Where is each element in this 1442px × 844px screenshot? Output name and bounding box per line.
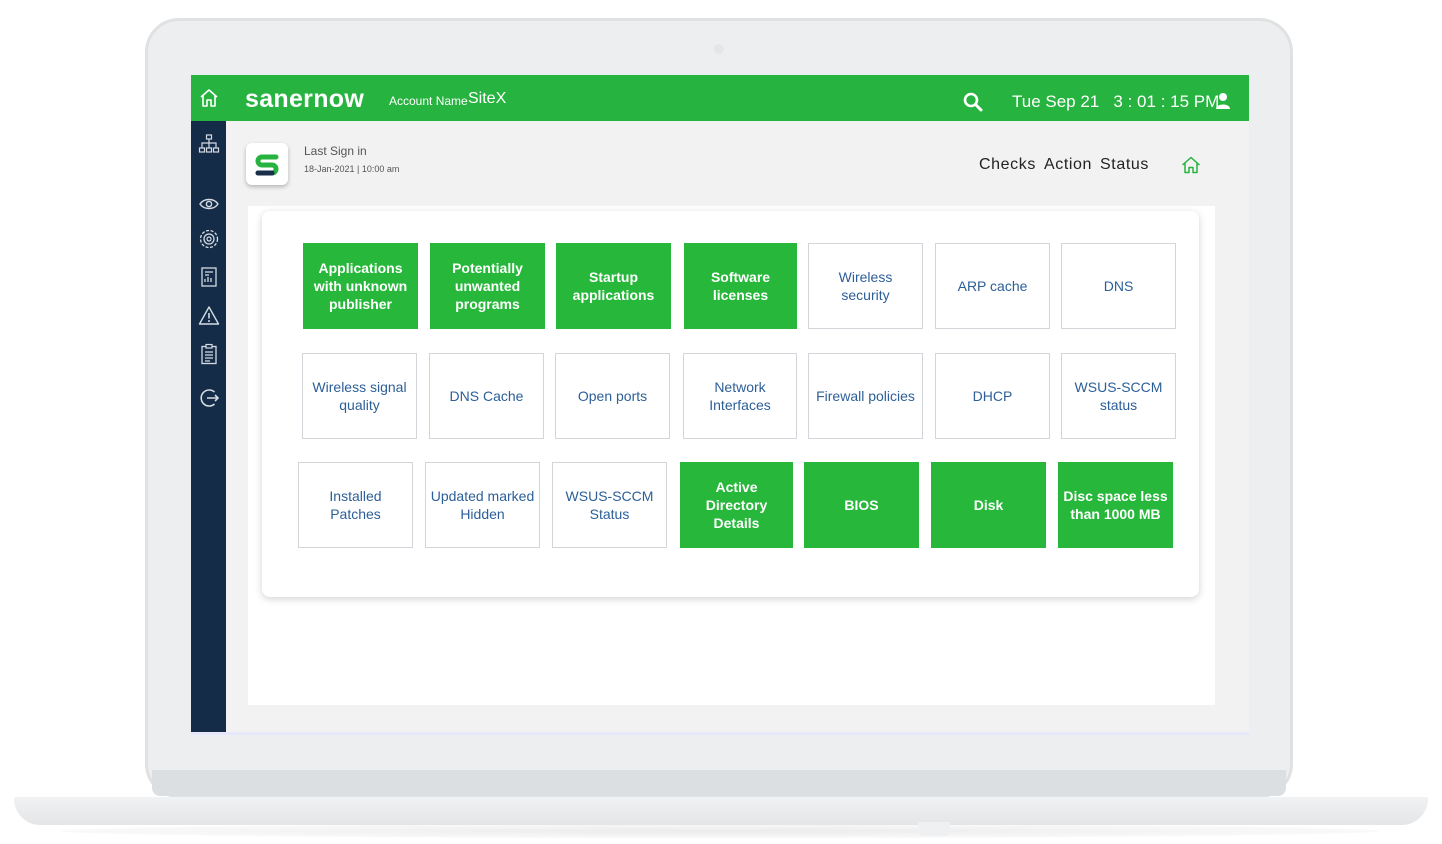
sub-header: Last Sign in 18-Jan-2021 | 10:00 am Chec… — [226, 121, 1249, 207]
check-tile[interactable]: BIOS — [804, 462, 919, 548]
check-tile[interactable]: Network Interfaces — [683, 353, 797, 439]
check-tile[interactable]: Wireless security — [808, 243, 923, 329]
home-outline-icon[interactable] — [1181, 156, 1201, 174]
network-icon[interactable] — [198, 133, 220, 155]
check-tile[interactable]: DNS — [1061, 243, 1176, 329]
nav-status[interactable]: Status — [1100, 156, 1149, 173]
clipboard-icon[interactable] — [198, 343, 220, 365]
check-tile[interactable]: Installed Patches — [298, 462, 413, 548]
nav-action[interactable]: Action — [1044, 156, 1092, 173]
brand-logo-text[interactable]: sanernow — [245, 85, 364, 114]
app-logo — [246, 143, 288, 185]
check-tile[interactable]: Wireless signal quality — [302, 353, 417, 439]
main-content: Applications with unknown publisher Pote… — [248, 206, 1215, 705]
warning-icon[interactable] — [198, 305, 220, 327]
logout-icon[interactable] — [198, 387, 220, 409]
laptop-notch — [918, 822, 950, 836]
check-tile[interactable]: WSUS-SCCM status — [1061, 353, 1176, 439]
check-tile[interactable]: Open ports — [555, 353, 670, 439]
check-tile[interactable]: Disk — [931, 462, 1046, 548]
check-tile[interactable]: WSUS-SCCM Status — [552, 462, 667, 548]
check-tile[interactable]: Startup applications — [556, 243, 671, 329]
laptop-shadow — [60, 824, 1380, 838]
screen-bottom-edge — [191, 732, 1249, 735]
check-tile[interactable]: Active Directory Details — [680, 462, 793, 548]
check-tile[interactable]: DNS Cache — [429, 353, 544, 439]
date-time-display: Tue Sep 21 3 : 01 : 15 PM — [1012, 92, 1220, 111]
check-tile[interactable]: Applications with unknown publisher — [303, 243, 418, 329]
report-icon[interactable] — [198, 266, 220, 288]
camera-dot — [714, 44, 724, 54]
check-tile[interactable]: Disc space less than 1000 MB — [1058, 462, 1173, 548]
laptop-base — [14, 797, 1428, 825]
check-tile[interactable]: Potentially unwanted programs — [430, 243, 545, 329]
last-sign-in-label: Last Sign in — [304, 144, 367, 158]
nav-checks[interactable]: Checks — [979, 156, 1036, 173]
settings-icon[interactable] — [198, 228, 220, 250]
check-tile[interactable]: Firewall policies — [808, 353, 923, 439]
eye-icon[interactable] — [198, 193, 220, 215]
account-name-label: Account Name — [389, 94, 468, 108]
check-tile[interactable]: Updated marked Hidden — [425, 462, 540, 548]
sidebar — [191, 121, 226, 735]
account-name-value[interactable]: SiteX — [468, 90, 506, 108]
laptop-hinge — [152, 770, 1286, 796]
sub-nav: Checks Action Status — [971, 156, 1149, 174]
saner-logo-icon — [255, 154, 279, 176]
check-tile[interactable]: Software licenses — [684, 243, 797, 329]
top-bar: sanernow Account Name SiteX Tue Sep 21 3… — [191, 75, 1249, 121]
check-tile[interactable]: ARP cache — [935, 243, 1050, 329]
app-screen: sanernow Account Name SiteX Tue Sep 21 3… — [191, 75, 1249, 735]
check-tile[interactable]: DHCP — [935, 353, 1050, 439]
checks-card: Applications with unknown publisher Pote… — [262, 211, 1199, 597]
last-sign-in-date: 18-Jan-2021 | 10:00 am — [304, 164, 400, 174]
search-icon[interactable] — [963, 92, 983, 112]
home-icon[interactable] — [199, 88, 219, 108]
user-icon[interactable] — [1215, 92, 1231, 110]
